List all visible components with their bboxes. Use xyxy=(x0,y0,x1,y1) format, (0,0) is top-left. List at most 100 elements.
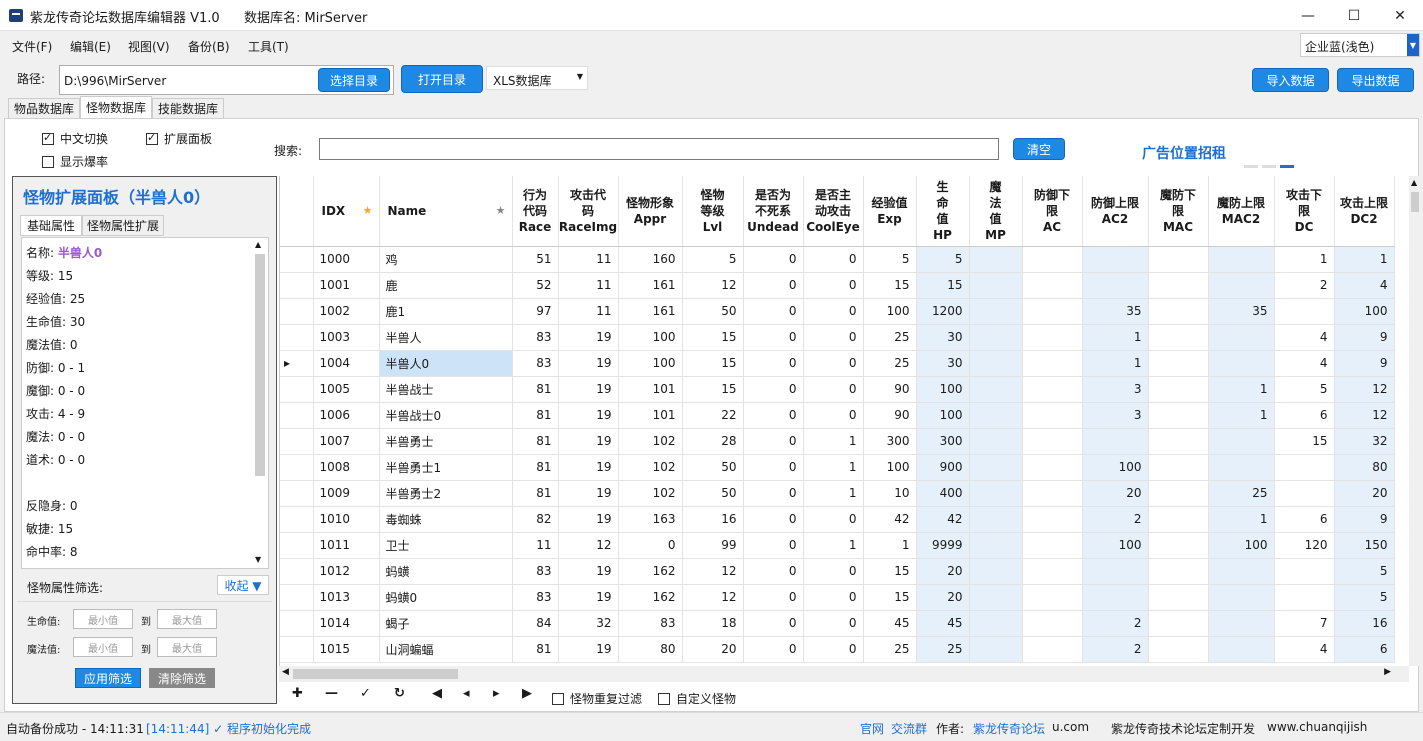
table-cell[interactable]: 0 xyxy=(743,506,804,533)
table-cell[interactable] xyxy=(1148,428,1209,455)
reset-filter-button[interactable]: 清除筛选 xyxy=(149,668,215,688)
table-cell[interactable] xyxy=(1022,454,1083,481)
table-cell[interactable]: 150 xyxy=(1334,532,1395,559)
table-cell[interactable]: 82 xyxy=(512,506,559,533)
table-cell[interactable]: 0 xyxy=(618,532,683,559)
table-cell[interactable]: 1200 xyxy=(916,298,970,325)
table-cell[interactable] xyxy=(1274,480,1335,507)
table-row[interactable]: 1003 半兽人 83 19 100 15 0 0 25 30 1 4 9 xyxy=(280,324,1395,351)
table-cell[interactable]: 0 xyxy=(803,610,864,637)
table-cell[interactable]: 81 xyxy=(512,636,559,663)
table-cell[interactable]: 400 xyxy=(916,480,970,507)
table-cell[interactable]: 鸡 xyxy=(379,246,513,273)
table-cell[interactable]: 15 xyxy=(682,350,744,377)
table-cell[interactable]: 蝎子 xyxy=(379,610,513,637)
table-cell[interactable]: 1014 xyxy=(313,610,380,637)
ad-indicator[interactable] xyxy=(1262,165,1276,168)
table-cell[interactable]: 1006 xyxy=(313,402,380,429)
column-header[interactable]: 经验值 Exp xyxy=(863,176,917,247)
table-cell[interactable]: 90 xyxy=(863,376,917,403)
table-cell[interactable]: 2 xyxy=(1274,272,1335,299)
row-header[interactable] xyxy=(280,272,314,299)
table-row[interactable]: 1005 半兽战士 81 19 101 15 0 0 90 100 3 1 5 12 xyxy=(280,376,1395,403)
table-cell[interactable]: 1 xyxy=(1208,376,1275,403)
table-row[interactable]: 1014 蝎子 84 32 83 18 0 0 45 45 2 7 16 xyxy=(280,610,1395,637)
table-cell[interactable]: 84 xyxy=(512,610,559,637)
apply-filter-button[interactable]: 应用筛选 xyxy=(75,668,141,688)
table-cell[interactable]: 1003 xyxy=(313,324,380,351)
table-row[interactable]: 1012 蚂蟥 83 19 162 12 0 0 15 20 5 xyxy=(280,558,1395,585)
table-cell[interactable]: 83 xyxy=(512,324,559,351)
table-cell[interactable] xyxy=(1274,584,1335,611)
table-cell[interactable]: 1 xyxy=(1208,402,1275,429)
table-cell[interactable]: 1015 xyxy=(313,636,380,663)
table-cell[interactable]: 25 xyxy=(916,636,970,663)
collapse-button[interactable]: 收起 ▼ xyxy=(217,575,269,595)
table-cell[interactable]: 163 xyxy=(618,506,683,533)
ad-indicator-active[interactable] xyxy=(1280,165,1294,168)
table-cell[interactable] xyxy=(1022,636,1083,663)
table-cell[interactable]: 22 xyxy=(682,402,744,429)
hp-max-input[interactable]: 最大值 xyxy=(157,609,217,629)
table-cell[interactable]: 30 xyxy=(916,350,970,377)
table-cell[interactable]: 19 xyxy=(558,506,619,533)
cn-switch-checkbox[interactable]: 中文切换 xyxy=(42,130,108,147)
table-cell[interactable]: 0 xyxy=(803,506,864,533)
table-cell[interactable] xyxy=(1208,324,1275,351)
table-cell[interactable]: 1 xyxy=(803,428,864,455)
table-cell[interactable]: 28 xyxy=(682,428,744,455)
table-cell[interactable]: 11 xyxy=(558,298,619,325)
menu-view[interactable]: 视图(V) xyxy=(128,38,170,55)
table-cell[interactable]: 2 xyxy=(1082,636,1149,663)
table-cell[interactable]: 161 xyxy=(618,272,683,299)
row-header[interactable] xyxy=(280,506,314,533)
table-cell[interactable]: 162 xyxy=(618,584,683,611)
table-cell[interactable] xyxy=(1148,480,1209,507)
table-cell[interactable] xyxy=(1208,584,1275,611)
table-cell[interactable] xyxy=(969,428,1023,455)
table-cell[interactable]: 120 xyxy=(1274,532,1335,559)
table-cell[interactable]: 半兽人 xyxy=(379,324,513,351)
table-cell[interactable]: 15 xyxy=(863,584,917,611)
table-cell[interactable]: 19 xyxy=(558,558,619,585)
column-header[interactable]: 攻击下 限 DC xyxy=(1274,176,1335,247)
tab-basic-attributes[interactable]: 基础属性 xyxy=(20,215,82,236)
table-cell[interactable]: 101 xyxy=(618,376,683,403)
table-cell[interactable] xyxy=(1022,324,1083,351)
table-cell[interactable] xyxy=(969,298,1023,325)
remove-row-icon[interactable]: — xyxy=(325,686,338,701)
table-cell[interactable]: 12 xyxy=(1334,402,1395,429)
row-header[interactable] xyxy=(280,454,314,481)
table-cell[interactable]: 97 xyxy=(512,298,559,325)
table-cell[interactable] xyxy=(1148,298,1209,325)
table-row[interactable]: 1015 山洞蝙蝠 81 19 80 20 0 0 25 25 2 4 6 xyxy=(280,636,1395,663)
table-cell[interactable]: 32 xyxy=(1334,428,1395,455)
table-cell[interactable]: 19 xyxy=(558,402,619,429)
table-cell[interactable]: 100 xyxy=(1208,532,1275,559)
table-cell[interactable] xyxy=(969,402,1023,429)
table-cell[interactable]: 1005 xyxy=(313,376,380,403)
row-header[interactable] xyxy=(280,324,314,351)
forum-link[interactable]: 紫龙传奇论坛 xyxy=(973,720,1045,737)
table-cell[interactable]: 0 xyxy=(743,272,804,299)
table-cell[interactable]: 4 xyxy=(1274,350,1335,377)
column-header[interactable]: Name ★ xyxy=(379,176,513,247)
table-cell[interactable]: 81 xyxy=(512,454,559,481)
table-cell[interactable]: 1 xyxy=(1208,506,1275,533)
table-cell[interactable]: 0 xyxy=(743,532,804,559)
clear-search-button[interactable]: 清空 xyxy=(1013,138,1065,160)
table-cell[interactable] xyxy=(1022,350,1083,377)
table-cell[interactable]: 0 xyxy=(743,402,804,429)
table-cell[interactable]: 20 xyxy=(1334,480,1395,507)
column-header[interactable]: 防御上限 AC2 xyxy=(1082,176,1149,247)
table-cell[interactable]: 35 xyxy=(1082,298,1149,325)
table-cell[interactable]: 1011 xyxy=(313,532,380,559)
table-cell[interactable]: 0 xyxy=(803,350,864,377)
table-cell[interactable]: 鹿1 xyxy=(379,298,513,325)
table-cell[interactable]: 10 xyxy=(863,480,917,507)
row-header[interactable] xyxy=(280,532,314,559)
table-cell[interactable]: 1 xyxy=(1082,324,1149,351)
table-cell[interactable] xyxy=(1148,584,1209,611)
table-cell[interactable]: 5 xyxy=(682,246,744,273)
table-cell[interactable]: 0 xyxy=(803,246,864,273)
